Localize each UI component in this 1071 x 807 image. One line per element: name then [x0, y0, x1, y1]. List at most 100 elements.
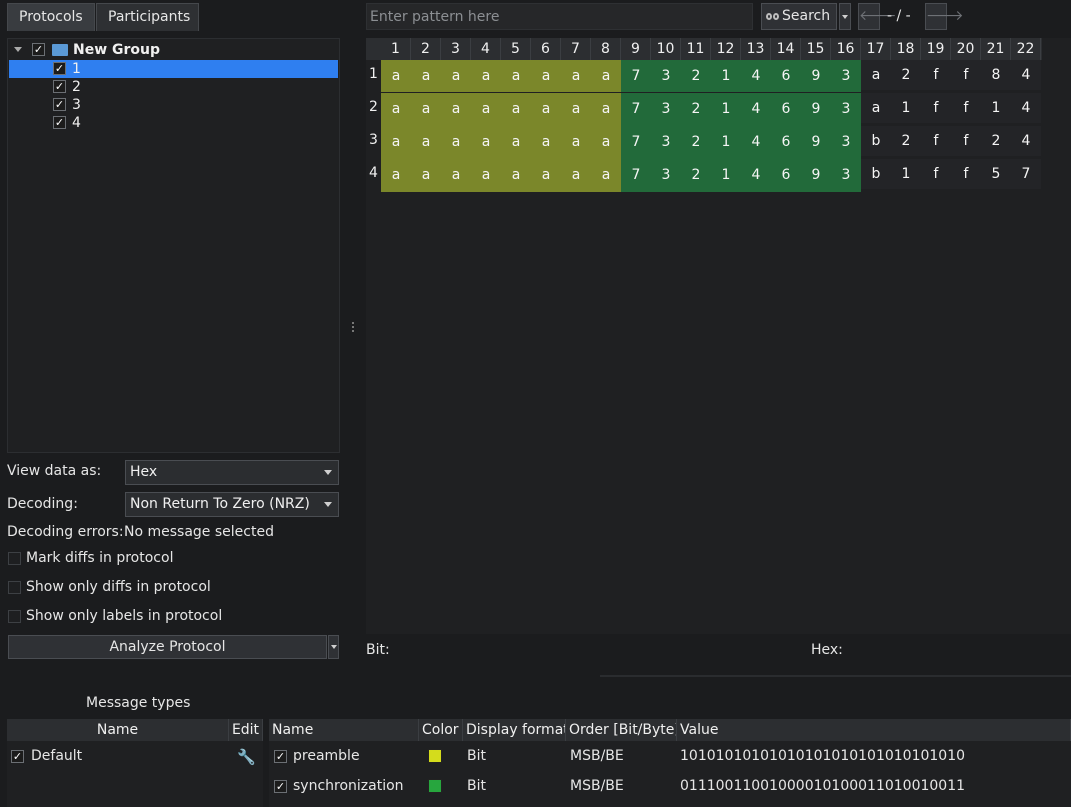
- message-types-edit-header[interactable]: Edit: [229, 719, 263, 741]
- table-cell[interactable]: a: [441, 126, 471, 159]
- expand-arrow-icon[interactable]: [14, 47, 22, 52]
- table-body[interactable]: 1aaaaaaaa73214693a2ff842aaaaaaaa73214693…: [366, 38, 1071, 634]
- tree-item[interactable]: ✓ 3: [8, 96, 339, 114]
- table-cell[interactable]: a: [561, 93, 591, 126]
- table-cell[interactable]: f: [921, 60, 951, 90]
- table-cell[interactable]: 4: [741, 126, 771, 159]
- table-cell[interactable]: 1: [711, 60, 741, 92]
- table-cell[interactable]: 4: [1011, 93, 1041, 123]
- table-cell[interactable]: a: [501, 60, 531, 92]
- table-cell[interactable]: 7: [621, 60, 651, 92]
- table-cell[interactable]: 3: [651, 93, 681, 126]
- table-cell[interactable]: 9: [801, 159, 831, 192]
- table-cell[interactable]: 3: [831, 60, 861, 92]
- table-cell[interactable]: f: [951, 159, 981, 189]
- row-header[interactable]: 3: [366, 132, 381, 148]
- label-checkbox[interactable]: ✓: [274, 750, 287, 763]
- table-cell[interactable]: 1: [891, 93, 921, 123]
- table-cell[interactable]: 2: [681, 126, 711, 159]
- table-cell[interactable]: 2: [681, 159, 711, 192]
- protocol-tree[interactable]: ✓ New Group ✓ 1 ✓ 2 ✓ 3 ✓ 4: [7, 38, 340, 453]
- table-cell[interactable]: a: [591, 93, 621, 126]
- table-cell[interactable]: a: [861, 60, 891, 90]
- table-cell[interactable]: 3: [831, 126, 861, 159]
- protocol-table[interactable]: 1 2 3 4 5 6 7 8 9 10 11 12 13 14 15 16 17 18 19 20 21 22 1aaa…: [366, 38, 1071, 634]
- table-cell[interactable]: 4: [1011, 126, 1041, 156]
- label-checkbox[interactable]: ✓: [274, 780, 287, 793]
- table-cell[interactable]: 8: [981, 60, 1011, 90]
- table-cell[interactable]: 9: [801, 93, 831, 126]
- table-cell[interactable]: f: [951, 60, 981, 90]
- table-cell[interactable]: a: [471, 126, 501, 159]
- table-cell[interactable]: a: [861, 93, 891, 123]
- table-cell[interactable]: a: [381, 126, 411, 159]
- wrench-icon[interactable]: 🔧: [237, 748, 256, 766]
- show-only-labels-checkbox[interactable]: [8, 610, 21, 623]
- table-cell[interactable]: f: [921, 93, 951, 123]
- item-checkbox[interactable]: ✓: [53, 116, 66, 129]
- table-cell[interactable]: 1: [711, 93, 741, 126]
- table-cell[interactable]: a: [561, 126, 591, 159]
- table-cell[interactable]: a: [411, 126, 441, 159]
- table-cell[interactable]: 2: [681, 93, 711, 126]
- table-cell[interactable]: a: [531, 60, 561, 92]
- table-cell[interactable]: a: [501, 159, 531, 192]
- labels-display-format-header[interactable]: Display format: [463, 719, 566, 741]
- tree-group-row[interactable]: ✓ New Group: [8, 41, 339, 59]
- table-cell[interactable]: a: [471, 93, 501, 126]
- next-result-button[interactable]: 🡒: [925, 3, 964, 30]
- analyze-protocol-button[interactable]: Analyze Protocol: [8, 635, 327, 659]
- show-only-diffs-label[interactable]: Show only diffs in protocol: [26, 579, 211, 595]
- table-cell[interactable]: a: [381, 60, 411, 92]
- table-cell[interactable]: 3: [651, 60, 681, 92]
- table-cell[interactable]: a: [441, 60, 471, 92]
- view-data-select[interactable]: Hex: [125, 460, 339, 485]
- tab-protocols[interactable]: Protocols: [7, 3, 95, 31]
- message-types-table[interactable]: Name Edit ✓ Default 🔧: [7, 719, 263, 807]
- table-cell[interactable]: a: [591, 159, 621, 192]
- message-type-checkbox[interactable]: ✓: [11, 750, 24, 763]
- table-cell[interactable]: a: [381, 159, 411, 192]
- table-cell[interactable]: 9: [801, 60, 831, 92]
- label-color-swatch[interactable]: [428, 779, 442, 793]
- item-checkbox[interactable]: ✓: [53, 80, 66, 93]
- mark-diffs-checkbox[interactable]: [8, 552, 21, 565]
- labels-color-header[interactable]: Color: [419, 719, 463, 741]
- table-cell[interactable]: a: [441, 93, 471, 126]
- tree-item[interactable]: ✓ 1: [9, 60, 338, 78]
- table-cell[interactable]: 4: [741, 93, 771, 126]
- search-input[interactable]: Enter pattern here: [366, 3, 753, 30]
- table-cell[interactable]: b: [861, 126, 891, 156]
- table-cell[interactable]: 3: [831, 93, 861, 126]
- table-cell[interactable]: b: [861, 159, 891, 189]
- table-cell[interactable]: 7: [621, 126, 651, 159]
- table-cell[interactable]: 1: [891, 159, 921, 189]
- table-cell[interactable]: f: [921, 126, 951, 156]
- table-cell[interactable]: a: [531, 159, 561, 192]
- table-cell[interactable]: 2: [891, 126, 921, 156]
- label-row[interactable]: ✓ synchronization Bit MSB/BE 01110011001…: [269, 773, 1071, 801]
- show-only-diffs-checkbox[interactable]: [8, 581, 21, 594]
- table-cell[interactable]: f: [951, 93, 981, 123]
- tree-item[interactable]: ✓ 4: [8, 114, 339, 132]
- table-cell[interactable]: a: [591, 126, 621, 159]
- table-cell[interactable]: 6: [771, 159, 801, 192]
- search-mode-dropdown[interactable]: [839, 3, 851, 30]
- table-cell[interactable]: 6: [771, 126, 801, 159]
- table-cell[interactable]: 4: [741, 159, 771, 192]
- table-cell[interactable]: 9: [801, 126, 831, 159]
- table-cell[interactable]: a: [501, 126, 531, 159]
- table-cell[interactable]: a: [411, 159, 441, 192]
- table-cell[interactable]: 3: [651, 126, 681, 159]
- table-cell[interactable]: a: [441, 159, 471, 192]
- table-cell[interactable]: 2: [891, 60, 921, 90]
- table-cell[interactable]: 6: [771, 93, 801, 126]
- table-cell[interactable]: a: [411, 60, 441, 92]
- table-cell[interactable]: f: [951, 126, 981, 156]
- item-checkbox[interactable]: ✓: [53, 62, 66, 75]
- message-type-row[interactable]: ✓ Default 🔧: [7, 743, 263, 771]
- table-cell[interactable]: a: [591, 60, 621, 92]
- table-cell[interactable]: 5: [981, 159, 1011, 189]
- table-cell[interactable]: 1: [981, 93, 1011, 123]
- table-cell[interactable]: 7: [621, 93, 651, 126]
